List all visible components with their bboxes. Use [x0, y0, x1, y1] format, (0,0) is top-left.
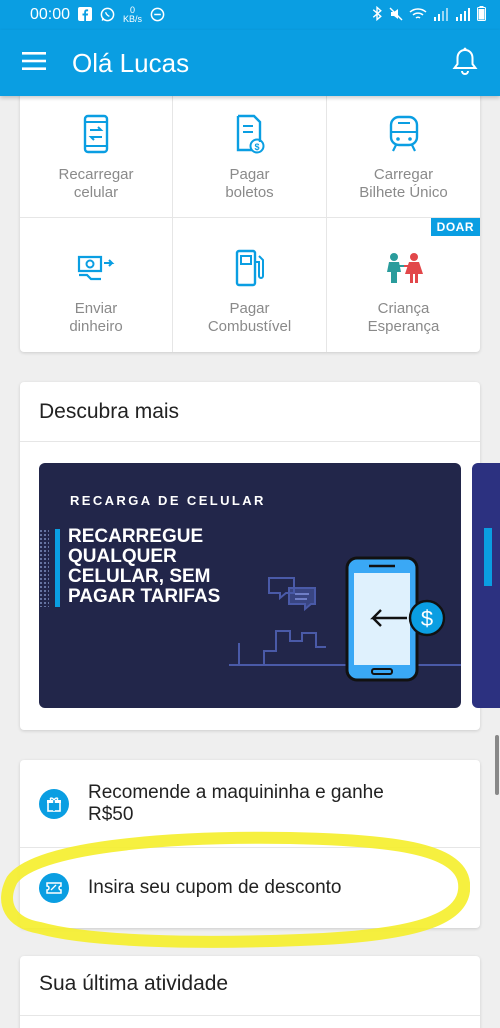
bell-icon[interactable]	[452, 47, 478, 80]
service-carregar-bilhete[interactable]: Carregar Bilhete Único	[327, 84, 480, 218]
app-bar: Olá Lucas	[0, 30, 500, 96]
status-time: 00:00	[30, 6, 71, 23]
fuel-pump-icon	[234, 248, 266, 288]
service-recarregar-celular[interactable]: Recarregar celular	[20, 84, 173, 218]
service-label: Enviar dinheiro	[69, 300, 123, 335]
coupon-label: Insira seu cupom de desconto	[88, 877, 342, 898]
coupon-icon	[39, 873, 69, 903]
svg-text:$: $	[254, 142, 259, 152]
doar-badge: DOAR	[430, 218, 480, 236]
children-icon	[383, 248, 425, 288]
banner-stripe	[55, 529, 60, 607]
service-enviar-dinheiro[interactable]: Enviar dinheiro	[20, 218, 173, 352]
wifi-icon	[409, 7, 427, 24]
discover-title: Descubra mais	[20, 382, 480, 442]
service-label: Criança Esperança	[367, 300, 440, 335]
activity-title: Sua última atividade	[20, 956, 480, 1016]
minus-circle-icon	[150, 7, 165, 24]
coupon-action[interactable]: Insira seu cupom de desconto	[20, 848, 480, 928]
promo-banner[interactable]: RECARGA DE CELULAR RECARREGUE QUALQUER C…	[39, 463, 461, 708]
mute-icon	[389, 7, 403, 24]
service-label: Recarregar celular	[58, 166, 134, 201]
service-label: Pagar Combustível	[207, 300, 292, 335]
signal-icon	[433, 7, 449, 24]
page-title: Olá Lucas	[72, 47, 190, 78]
status-bar: 00:00 0 KB/s	[0, 0, 500, 30]
service-label: Pagar boletos	[225, 166, 274, 201]
activity-card: Sua última atividade	[20, 956, 480, 1028]
signal-icon-2	[455, 7, 471, 24]
phone-illustration: $	[229, 556, 461, 682]
battery-icon	[477, 6, 486, 24]
menu-icon[interactable]	[22, 51, 46, 75]
bus-icon	[388, 114, 420, 154]
bill-icon: $	[235, 114, 265, 154]
service-crianca-esperanca[interactable]: DOAR Criança Esperança	[327, 218, 480, 352]
facebook-icon	[78, 7, 93, 23]
services-card: Recarregar celular $ Pagar boletos Carre…	[20, 84, 480, 352]
next-banner-stripe	[484, 528, 492, 586]
recommend-action[interactable]: Recomende a maquininha e ganhe R$50	[20, 760, 480, 848]
service-pagar-combustivel[interactable]: Pagar Combustível	[173, 218, 327, 352]
phone-refresh-icon	[83, 114, 109, 154]
send-money-icon	[76, 248, 116, 288]
service-label: Carregar Bilhete Único	[359, 166, 448, 201]
recommend-label: Recomende a maquininha e ganhe R$50	[88, 781, 384, 825]
whatsapp-icon	[100, 7, 115, 24]
speed-indicator: 0 KB/s	[123, 5, 143, 24]
banner-kicker: RECARGA DE CELULAR	[70, 493, 266, 508]
scrollbar[interactable]	[495, 735, 499, 795]
gift-icon	[39, 788, 69, 819]
discover-card: Descubra mais RECARGA DE CELULAR RECARRE…	[20, 382, 480, 730]
service-pagar-boletos[interactable]: $ Pagar boletos	[173, 84, 327, 218]
banner-dots-pattern	[39, 529, 49, 607]
bluetooth-icon	[372, 5, 383, 24]
actions-card: Recomende a maquininha e ganhe R$50 Insi…	[20, 760, 480, 928]
currency-symbol: $	[421, 606, 433, 631]
